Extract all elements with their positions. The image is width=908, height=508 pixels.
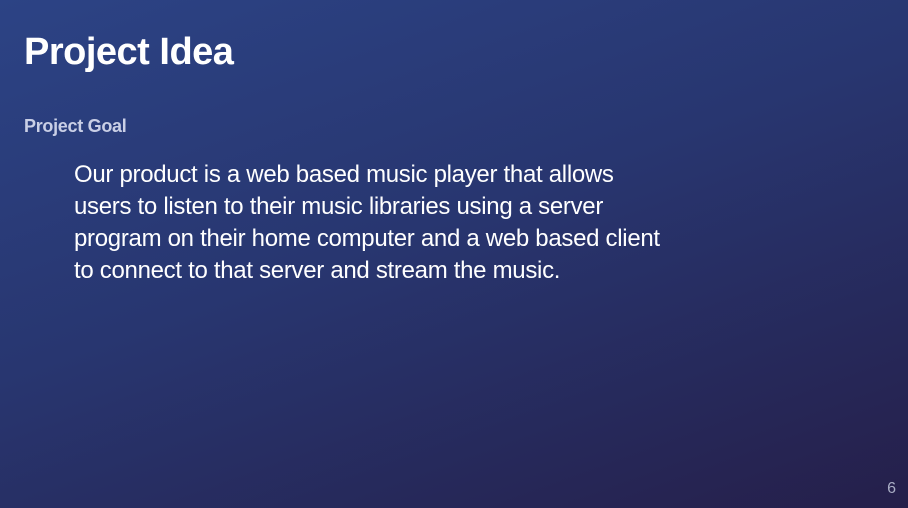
- body-line: users to listen to their music libraries…: [74, 193, 604, 220]
- section-label: Project Goal: [24, 116, 127, 136]
- body-line: Our product is a web based music player …: [74, 161, 614, 188]
- body-paragraph: Our product is a web based music player …: [74, 159, 754, 287]
- slide: Project Idea Project Goal Our product is…: [0, 0, 908, 508]
- body-line: program on their home computer and a web…: [74, 225, 660, 252]
- slide-title: Project Idea: [24, 31, 234, 73]
- page-number: 6: [887, 480, 896, 497]
- body-line: to connect to that server and stream the…: [74, 257, 561, 284]
